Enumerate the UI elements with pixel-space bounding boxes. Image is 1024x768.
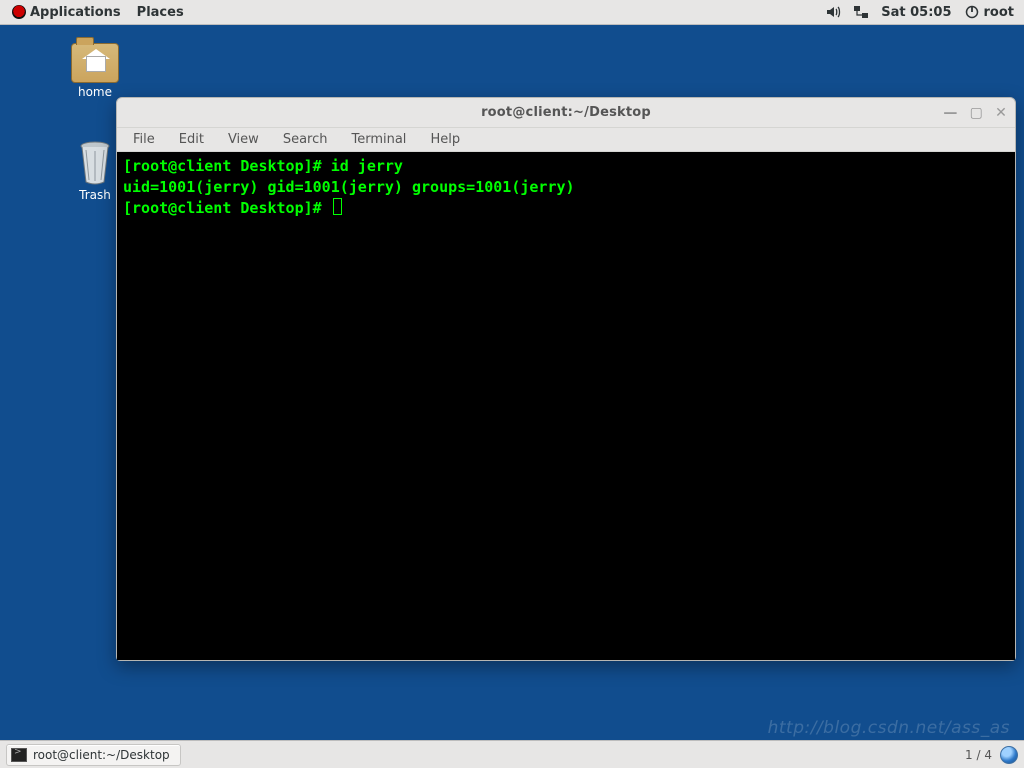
bottom-task-bar: root@client:~/Desktop 1 / 4 xyxy=(0,740,1024,768)
output-1: uid=1001(jerry) gid=1001(jerry) groups=1… xyxy=(123,178,575,196)
close-button[interactable]: ✕ xyxy=(995,105,1007,121)
terminal-window: root@client:~/Desktop — ▢ ✕ File Edit Vi… xyxy=(116,97,1016,661)
user-label: root xyxy=(984,5,1015,20)
taskbar-item-label: root@client:~/Desktop xyxy=(33,748,170,762)
redhat-icon xyxy=(12,5,26,19)
folder-icon xyxy=(71,43,119,83)
network-icon xyxy=(853,4,869,20)
menu-file[interactable]: File xyxy=(123,132,165,147)
terminal-menubar: File Edit View Search Terminal Help xyxy=(117,128,1015,152)
menu-help[interactable]: Help xyxy=(420,132,470,147)
menu-terminal[interactable]: Terminal xyxy=(341,132,416,147)
clock-text: Sat 05:05 xyxy=(881,5,951,20)
places-label: Places xyxy=(137,5,184,20)
maximize-button[interactable]: ▢ xyxy=(970,105,983,121)
prompt-line-2: [root@client Desktop]# xyxy=(123,199,331,217)
desktop-icon-home[interactable]: home xyxy=(60,43,130,99)
command-1: id jerry xyxy=(331,157,403,175)
taskbar-item-terminal[interactable]: root@client:~/Desktop xyxy=(6,744,181,766)
applications-label: Applications xyxy=(30,5,121,20)
minimize-button[interactable]: — xyxy=(943,105,957,121)
terminal-body[interactable]: [root@client Desktop]# id jerry uid=1001… xyxy=(117,152,1015,660)
window-titlebar[interactable]: root@client:~/Desktop — ▢ ✕ xyxy=(117,98,1015,128)
window-title: root@client:~/Desktop xyxy=(481,105,651,120)
menu-search[interactable]: Search xyxy=(273,132,338,147)
show-desktop-icon[interactable] xyxy=(1000,746,1018,764)
speaker-icon xyxy=(825,4,841,20)
menu-edit[interactable]: Edit xyxy=(169,132,214,147)
prompt-line-1: [root@client Desktop]# xyxy=(123,157,331,175)
top-menu-bar: Applications Places Sat 05:05 root xyxy=(0,0,1024,25)
watermark-text: http://blog.csdn.net/ass_as xyxy=(768,718,1010,738)
menu-view[interactable]: View xyxy=(218,132,269,147)
clock[interactable]: Sat 05:05 xyxy=(875,0,957,25)
user-menu[interactable]: root xyxy=(958,0,1021,25)
shutdown-icon xyxy=(964,4,980,20)
workspace-indicator[interactable]: 1 / 4 xyxy=(965,748,992,762)
places-menu[interactable]: Places xyxy=(129,0,192,25)
volume-indicator[interactable] xyxy=(819,0,847,25)
cursor-icon xyxy=(333,198,342,215)
terminal-mini-icon xyxy=(11,748,27,762)
network-indicator[interactable] xyxy=(847,0,875,25)
trash-icon xyxy=(75,140,115,186)
applications-menu[interactable]: Applications xyxy=(4,0,129,25)
